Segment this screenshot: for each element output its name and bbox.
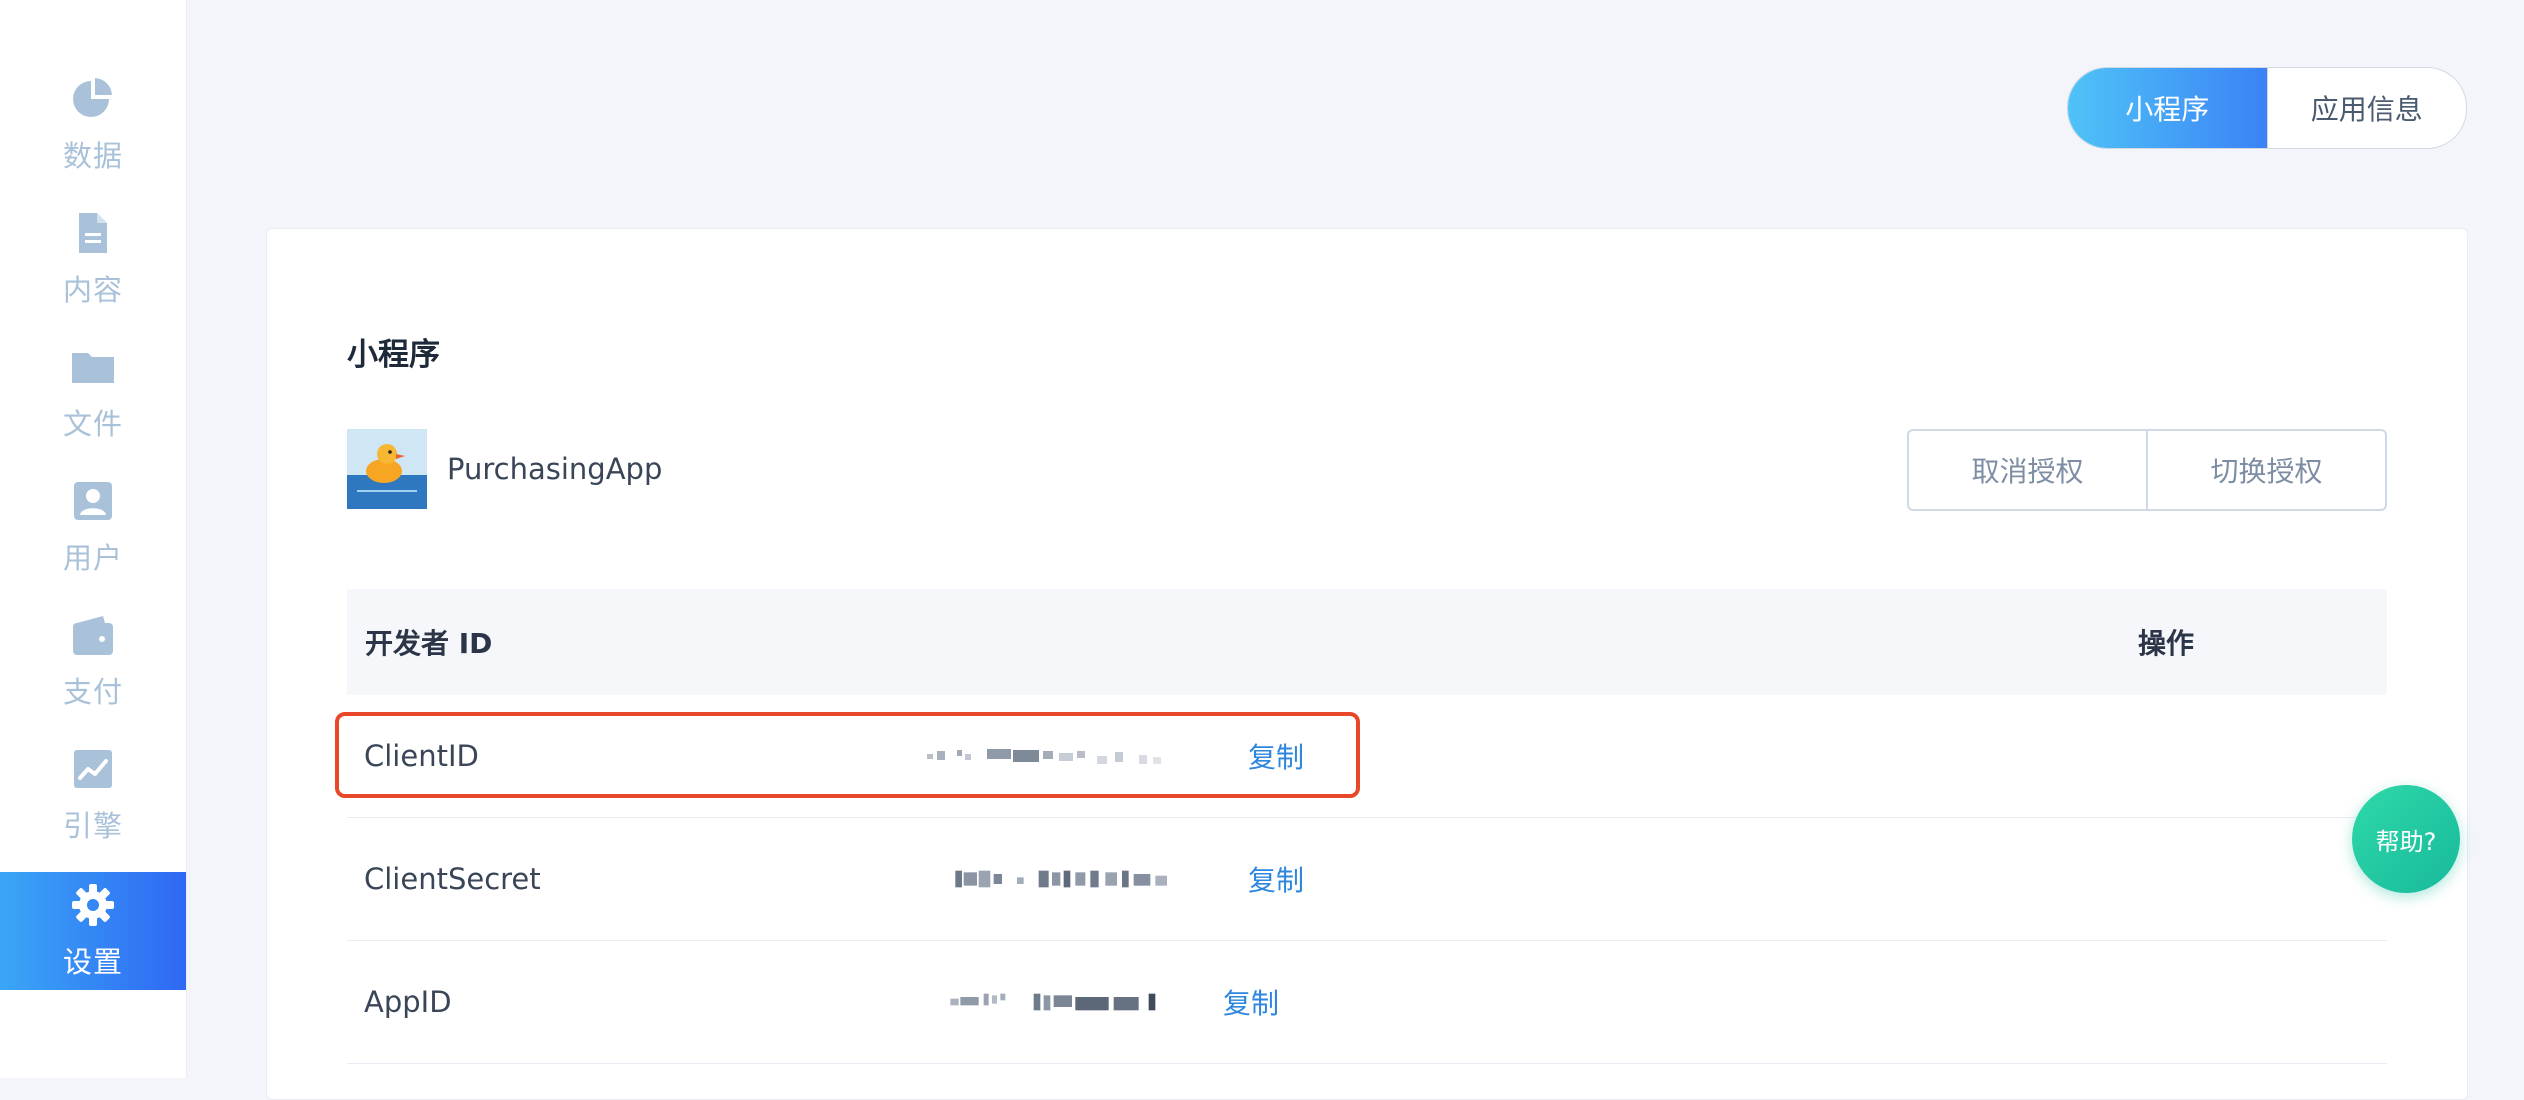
- table-row: ClientID 复制: [347, 695, 2387, 818]
- app-id-value-redacted: [927, 941, 1207, 1063]
- tab-app-info[interactable]: 应用信息: [2266, 68, 2467, 148]
- column-header-developer-id: 开发者 ID: [365, 627, 493, 660]
- sidebar-item-payment[interactable]: 支付: [0, 602, 186, 720]
- help-button[interactable]: 帮助?: [2352, 785, 2460, 893]
- switch-authorization-button[interactable]: 切换授权: [2146, 431, 2385, 509]
- gear-icon: [69, 881, 117, 929]
- cancel-authorization-button[interactable]: 取消授权: [1909, 431, 2146, 509]
- duck-avatar-icon: [347, 429, 427, 509]
- trend-chart-icon: [69, 745, 117, 793]
- user-card-icon: [69, 477, 117, 525]
- client-secret-value-redacted: [932, 818, 1212, 940]
- sidebar-item-settings[interactable]: 设置: [0, 872, 186, 990]
- app-name: PurchasingApp: [447, 452, 663, 486]
- wallet-icon: [69, 611, 117, 659]
- pie-chart-icon: [69, 75, 117, 123]
- table-row: AppID 复制: [347, 941, 2387, 1064]
- sidebar-item-label: 内容: [62, 273, 123, 307]
- sidebar-item-users[interactable]: 用户: [0, 468, 186, 586]
- sidebar-item-label: 设置: [62, 945, 123, 979]
- client-id-label: ClientID: [364, 739, 479, 773]
- developer-id-table: 开发者 ID 操作 ClientID 复制 ClientSecret 复制 Ap…: [347, 589, 2387, 1064]
- table-header: 开发者 ID 操作: [347, 589, 2387, 695]
- app-id-label: AppID: [364, 985, 452, 1019]
- folder-icon: [69, 343, 117, 391]
- sidebar-item-label: 数据: [62, 139, 123, 173]
- sidebar-item-label: 文件: [62, 407, 123, 441]
- sidebar-item-files[interactable]: 文件: [0, 334, 186, 452]
- copy-client-secret-button[interactable]: 复制: [1248, 818, 1304, 940]
- sidebar-item-label: 支付: [62, 675, 123, 709]
- copy-client-id-button[interactable]: 复制: [1248, 695, 1304, 817]
- tab-mini-program[interactable]: 小程序: [2068, 68, 2267, 148]
- view-tabs: 小程序 应用信息: [2067, 67, 2467, 149]
- app-info-row: PurchasingApp: [347, 429, 662, 509]
- client-secret-label: ClientSecret: [364, 862, 541, 896]
- sidebar: 数据 内容 文件 用户 支付 引擎 设置: [0, 0, 187, 1078]
- sidebar-item-content[interactable]: 内容: [0, 200, 186, 318]
- document-icon: [69, 209, 117, 257]
- client-id-value-redacted: [927, 695, 1187, 817]
- mini-program-card: 小程序 PurchasingApp 取消授权 切换授权 开发者 ID 操作 Cl…: [266, 228, 2468, 1100]
- section-title: 小程序: [347, 337, 440, 373]
- column-header-actions: 操作: [2138, 627, 2195, 660]
- table-row: ClientSecret 复制: [347, 818, 2387, 941]
- auth-button-group: 取消授权 切换授权: [1907, 429, 2387, 511]
- sidebar-item-label: 用户: [62, 541, 123, 575]
- sidebar-item-label: 引擎: [62, 809, 123, 843]
- sidebar-item-data[interactable]: 数据: [0, 66, 186, 184]
- sidebar-item-engine[interactable]: 引擎: [0, 736, 186, 854]
- copy-app-id-button[interactable]: 复制: [1223, 941, 1279, 1063]
